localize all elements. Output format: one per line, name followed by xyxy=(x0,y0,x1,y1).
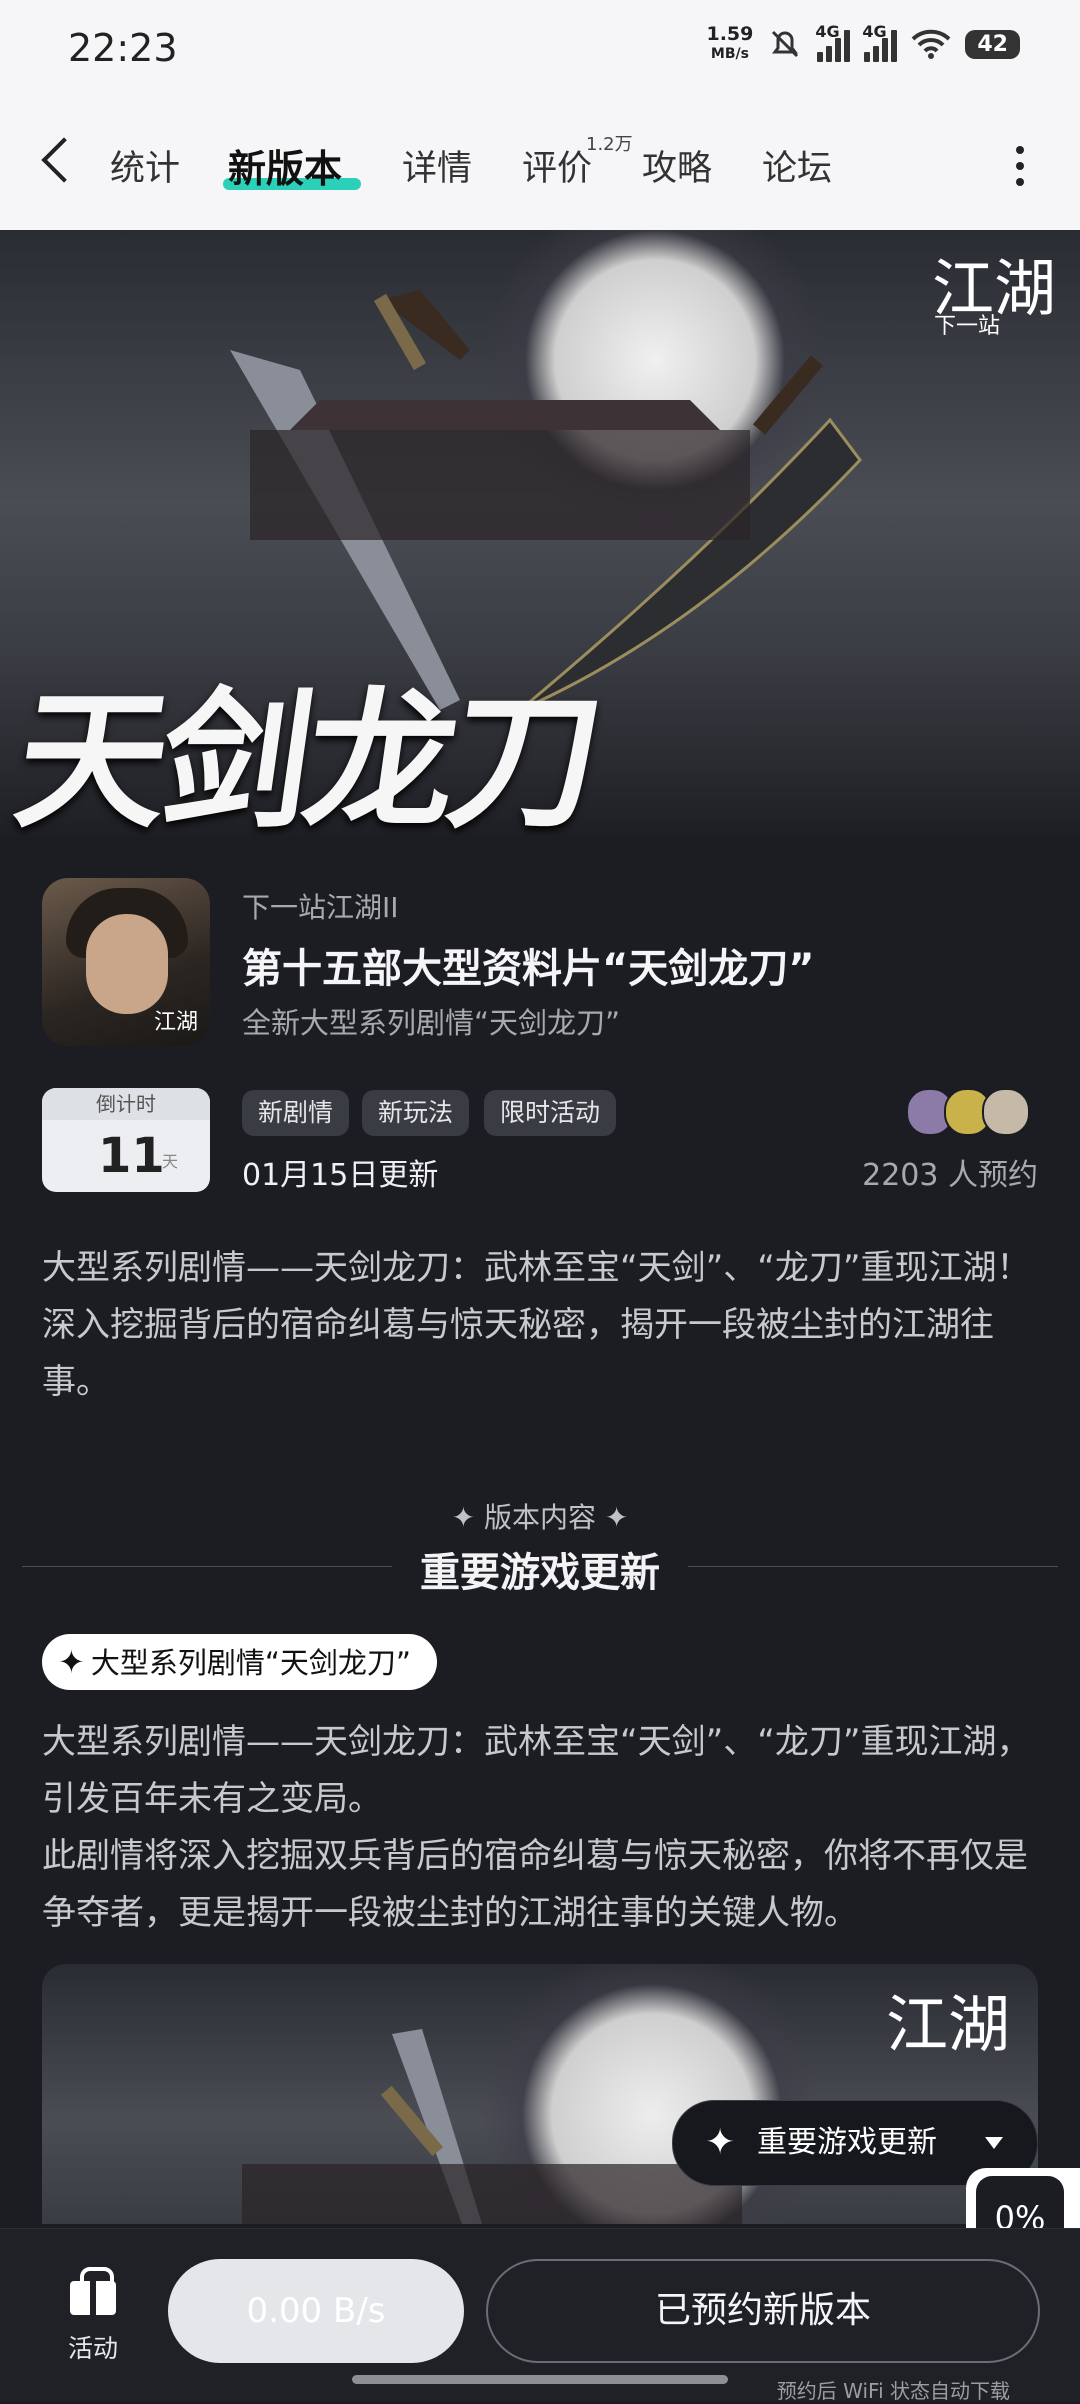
sim1-type: 4G xyxy=(815,22,840,41)
banner-title-art: 天剑龙刀 xyxy=(5,673,607,836)
game-logo: 江湖 xyxy=(885,1988,1010,2061)
download-speed-button[interactable]: 0.00 B/s xyxy=(168,2259,464,2363)
activity-label[interactable]: 活动 xyxy=(68,2329,118,2365)
sim2-type: 4G xyxy=(862,22,887,41)
section-kicker: ✦ 版本内容 ✦ xyxy=(451,1501,629,1534)
tab-new-version[interactable]: 新版本 xyxy=(228,138,342,193)
network-speed-value: 1.59 xyxy=(706,23,754,45)
game-logo-sub: 下一站 xyxy=(933,314,1000,339)
section-title: 重要游戏更新 xyxy=(420,1550,660,1596)
reviews-count: 1.2万 xyxy=(586,134,633,155)
tag-new-story: 新剧情 xyxy=(242,1090,350,1136)
tab-guides[interactable]: 攻略 xyxy=(642,140,712,191)
update-date: 01月15日更新 xyxy=(242,1158,439,1193)
more-menu-icon[interactable] xyxy=(1016,146,1024,186)
gift-icon[interactable] xyxy=(68,2267,118,2317)
mute-bell-icon xyxy=(772,30,799,58)
reserved-new-version-button[interactable]: 已预约新版本 xyxy=(486,2259,1040,2363)
tab-reviews[interactable]: 评价 xyxy=(522,140,592,191)
top-nav: 统计 新版本 详情 评价 1.2万 攻略 论坛 xyxy=(0,100,1080,231)
back-arrow-icon[interactable] xyxy=(41,137,87,183)
feature-description: 大型系列剧情——天剑龙刀：武林至宝“天剑”、“龙刀”重现江湖，引发百年未有之变局… xyxy=(42,1722,1031,1933)
caret-down-icon xyxy=(985,2137,1003,2149)
app-icon-logo: 江湖 xyxy=(153,1010,198,1035)
tag-limited-event: 限时活动 xyxy=(484,1090,617,1136)
sparkle-icon: ✦ xyxy=(58,1643,85,1681)
countdown-card: 倒计时 11 天 xyxy=(42,1088,210,1192)
countdown-label: 倒计时 xyxy=(42,1088,210,1120)
network-speed: 1.59 MB/s xyxy=(706,24,753,64)
home-indicator[interactable] xyxy=(352,2375,728,2384)
tab-forum[interactable]: 论坛 xyxy=(762,140,832,191)
signal-sim2-icon: 4G xyxy=(862,22,898,62)
feature-pill: ✦ 大型系列剧情“天剑龙刀” xyxy=(42,1634,437,1690)
avatar xyxy=(982,1088,1030,1136)
sparkle-icon: ✦ xyxy=(705,2122,736,2163)
tab-details[interactable]: 详情 xyxy=(402,140,472,191)
divider xyxy=(688,1566,1058,1567)
feature-pill-label: 大型系列剧情“天剑龙刀” xyxy=(90,1646,411,1680)
tab-stats[interactable]: 统计 xyxy=(110,140,180,191)
countdown-unit: 天 xyxy=(162,1152,179,1171)
game-name[interactable]: 下一站江湖II xyxy=(242,886,399,926)
status-bar: 22:23 1.59 MB/s 4G 4G 42 xyxy=(0,0,1080,100)
countdown-value: 11 xyxy=(98,1128,165,1184)
network-speed-unit: MB/s xyxy=(710,46,749,62)
wifi-icon xyxy=(911,29,951,59)
version-headline: 第十五部大型资料片“天剑龙刀” xyxy=(242,946,815,992)
section-jump-label: 重要游戏更新 xyxy=(757,2125,937,2160)
clock: 22:23 xyxy=(68,26,178,70)
version-subline: 全新大型系列剧情“天剑龙刀” xyxy=(242,1006,621,1040)
hero-banner: 江湖 下一站 天剑龙刀 xyxy=(0,230,1080,836)
reservation-count: 2203 人预约 xyxy=(862,1158,1038,1193)
status-icons: 1.59 MB/s 4G 4G 42 xyxy=(706,22,1020,64)
tag-new-gameplay: 新玩法 xyxy=(362,1090,470,1136)
app-icon[interactable]: 江湖 xyxy=(42,878,210,1046)
reserver-avatars xyxy=(906,1088,1030,1136)
signal-sim1-icon: 4G xyxy=(815,22,851,62)
battery-indicator: 42 xyxy=(965,29,1020,59)
version-description: 大型系列剧情——天剑龙刀：武林至宝“天剑”、“龙刀”重现江湖！深入挖掘背后的宿命… xyxy=(42,1248,1031,1402)
